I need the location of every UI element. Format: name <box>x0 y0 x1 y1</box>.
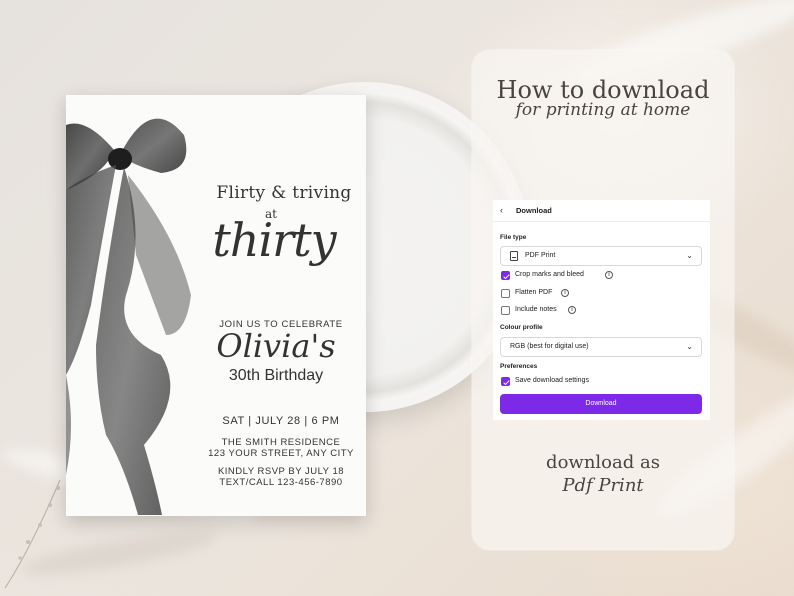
download-dialog: ‹ Download File type PDF Print ⌄ Crop ma… <box>493 200 710 420</box>
black-bow-illustration <box>66 118 191 515</box>
option-label: Include notes <box>515 306 557 313</box>
option-label: Crop marks and bleed <box>515 271 584 278</box>
file-type-select[interactable]: PDF Print ⌄ <box>500 246 702 266</box>
panel-footer-line2: Pdf Print <box>562 475 644 496</box>
event-venue: THE SMITH RESIDENCE <box>221 437 341 448</box>
panel-footer-line1: download as <box>546 452 660 473</box>
preferences-label: Preferences <box>500 363 538 370</box>
panel-subheading: for printing at home <box>515 100 691 120</box>
celebrant-name: Olivia's <box>216 327 336 365</box>
checkbox-unchecked[interactable] <box>501 289 510 298</box>
invitation-card: Flirty & triving at thirty JOIN US TO CE… <box>66 95 366 516</box>
option-label: Flatten PDF <box>515 289 553 296</box>
checkbox-checked[interactable] <box>501 271 510 280</box>
info-icon[interactable]: i <box>561 289 569 297</box>
dialog-title: Download <box>516 206 552 215</box>
dialog-header: ‹ Download <box>493 200 710 222</box>
chevron-left-icon[interactable]: ‹ <box>500 205 503 215</box>
document-icon <box>510 251 518 261</box>
checkbox-unchecked[interactable] <box>501 306 510 315</box>
option-label: Save download settings <box>515 377 589 384</box>
file-type-label: File type <box>500 234 527 241</box>
chevron-down-icon: ⌄ <box>686 342 693 351</box>
event-address: 123 YOUR STREET, ANY CITY <box>208 448 354 459</box>
event-date-time: SAT | JULY 28 | 6 PM <box>222 415 340 427</box>
file-type-value: PDF Print <box>525 252 556 259</box>
rsvp-text: KINDLY RSVP BY JULY 18 <box>217 466 345 477</box>
colour-profile-select[interactable]: RGB (best for digital use) ⌄ <box>500 337 702 357</box>
headline-line1: Flirty & triving <box>216 183 352 203</box>
checkbox-checked[interactable] <box>501 377 510 386</box>
colour-profile-label: Colour profile <box>500 324 543 331</box>
info-icon[interactable]: i <box>605 271 613 279</box>
occasion-text: 30th Birthday <box>228 367 324 384</box>
headline-line3: thirty <box>212 213 336 267</box>
colour-profile-value: RGB (best for digital use) <box>510 343 589 350</box>
contact-text: TEXT/CALL 123-456-7890 <box>219 477 343 488</box>
chevron-down-icon: ⌄ <box>686 251 693 260</box>
download-button[interactable]: Download <box>500 394 702 414</box>
info-icon[interactable]: i <box>568 306 576 314</box>
